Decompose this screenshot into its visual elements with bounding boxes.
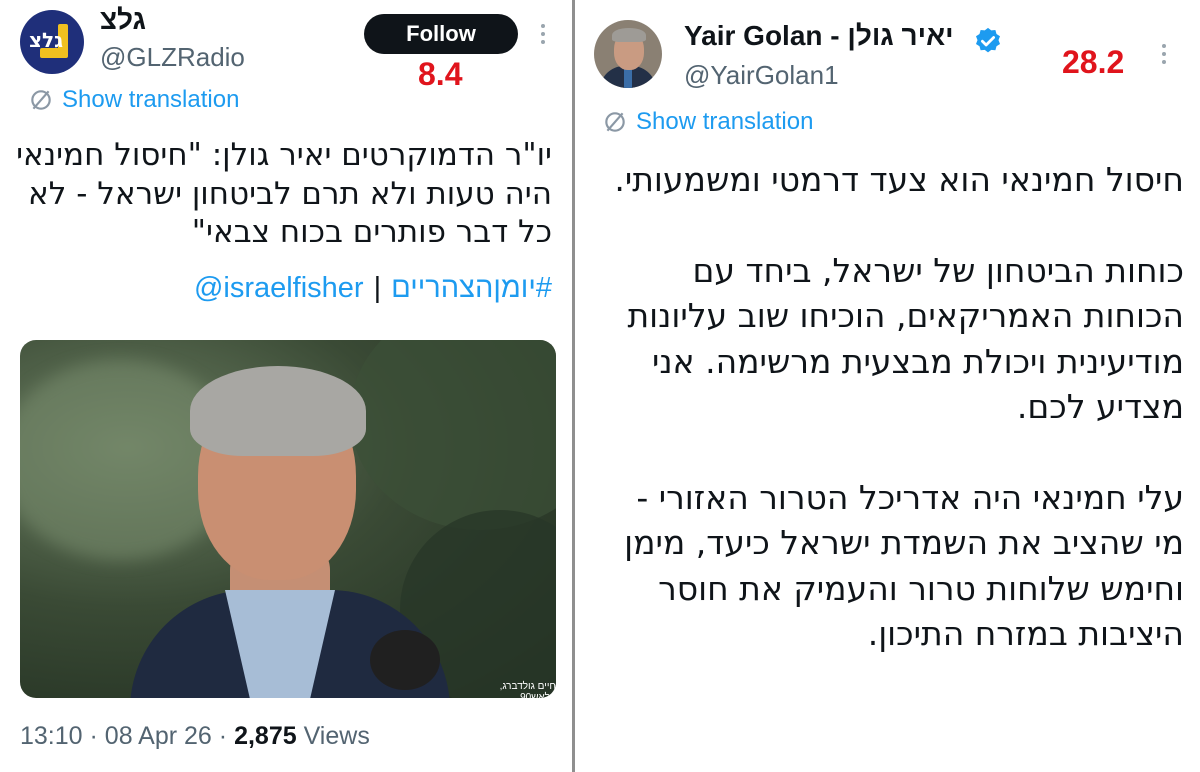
show-translation-link[interactable]: Show translation [602, 108, 813, 136]
tweet-text: יו"ר הדמוקרטים יאיר גולן: "חיסול חמינאי … [16, 137, 552, 251]
show-translation-label: Show translation [62, 86, 240, 113]
views-count: 2,875 [234, 722, 297, 750]
author-display-name[interactable]: גלצ [100, 4, 146, 36]
more-options-icon[interactable] [1161, 44, 1167, 68]
tweet-photo[interactable]: חיים גולדברג, פלאש90 [20, 340, 556, 698]
author-display-name[interactable]: Yair Golan - יאיר גולן [684, 20, 954, 52]
more-options-icon[interactable] [540, 24, 546, 48]
microphone [370, 630, 440, 690]
yair-golan-avatar[interactable] [594, 20, 662, 88]
views-label: Views [303, 722, 370, 750]
author-handle[interactable]: @GLZRadio [100, 42, 245, 73]
tweet-links: @israelfisher | #יומןהצהריים [194, 272, 552, 305]
translate-icon [31, 90, 51, 110]
tweet-time[interactable]: 13:10 [20, 722, 83, 750]
glz-avatar[interactable]: גלצ [20, 10, 84, 74]
author-handle[interactable]: @YairGolan1 [684, 60, 839, 91]
logo-text: גלצ [29, 28, 64, 52]
follow-button[interactable]: Follow [364, 14, 518, 54]
panel-divider [572, 0, 575, 772]
tweet-meta: 13:10 · 08 Apr 26 · 2,875 Views [20, 722, 370, 750]
translate-icon [605, 112, 625, 132]
photo-credit: חיים גולדברג, פלאש90 [499, 681, 556, 698]
overlay-number: 28.2 [1062, 44, 1125, 80]
show-translation-link[interactable]: Show translation [28, 86, 239, 114]
verified-badge-icon [976, 27, 1000, 53]
link-separator: | [373, 272, 382, 304]
overlay-number: 8.4 [418, 56, 463, 92]
hashtag-link[interactable]: #יומןהצהריים [391, 272, 552, 305]
tweet-text: חיסול חמינאי הוא צעד דרמטי ומשמעותי. כוח… [614, 160, 1184, 654]
show-translation-label: Show translation [636, 108, 814, 135]
tweet-date[interactable]: 08 Apr 26 [105, 722, 212, 750]
tweet-glzradio: גלצ גלצ @GLZRadio Follow 8.4 Show transl… [0, 0, 572, 772]
mention-link[interactable]: @israelfisher [194, 272, 364, 305]
